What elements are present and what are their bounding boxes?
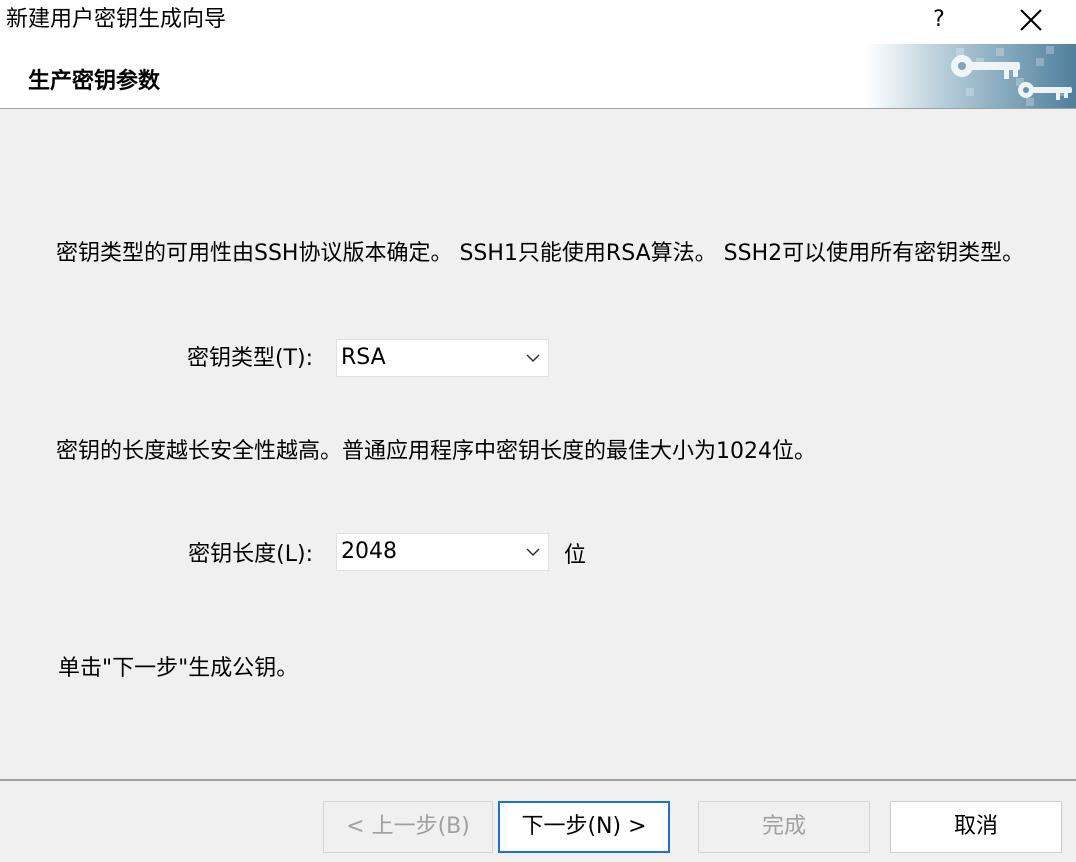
key-length-unit: 位 [564,543,587,568]
keys-banner-icon [866,44,1076,108]
chevron-down-icon [526,354,540,363]
finish-button[interactable]: 完成 [698,801,870,853]
close-button[interactable] [1006,0,1056,40]
key-type-dropdown[interactable]: RSA [336,339,549,377]
instruction-text: 单击"下一步"生成公钥。 [58,656,299,681]
next-button[interactable]: 下一步(N) > [498,801,670,853]
wizard-header: 生产密钥参数 [0,44,1076,109]
key-type-label: 密钥类型(T): [186,346,313,371]
window-title: 新建用户密钥生成向导 [6,7,227,32]
title-bar: 新建用户密钥生成向导 ? [0,0,1076,44]
help-button[interactable]: ? [915,0,963,40]
key-length-value: 2048 [341,539,397,564]
key-length-dropdown[interactable]: 2048 [336,533,549,571]
key-type-description: 密钥类型的可用性由SSH协议版本确定。 SSH1只能使用RSA算法。 SSH2可… [56,241,1025,266]
page-title: 生产密钥参数 [28,69,161,94]
chevron-down-icon [526,548,540,557]
key-type-value: RSA [341,345,386,370]
footer-divider [0,779,1076,781]
key-length-label: 密钥长度(L): [188,542,313,567]
back-button[interactable]: < 上一步(B) [323,801,493,853]
close-icon [1020,9,1042,31]
key-length-description: 密钥的长度越长安全性越高。普通应用程序中密钥长度的最佳大小为1024位。 [56,439,816,464]
cancel-button[interactable]: 取消 [890,801,1062,853]
